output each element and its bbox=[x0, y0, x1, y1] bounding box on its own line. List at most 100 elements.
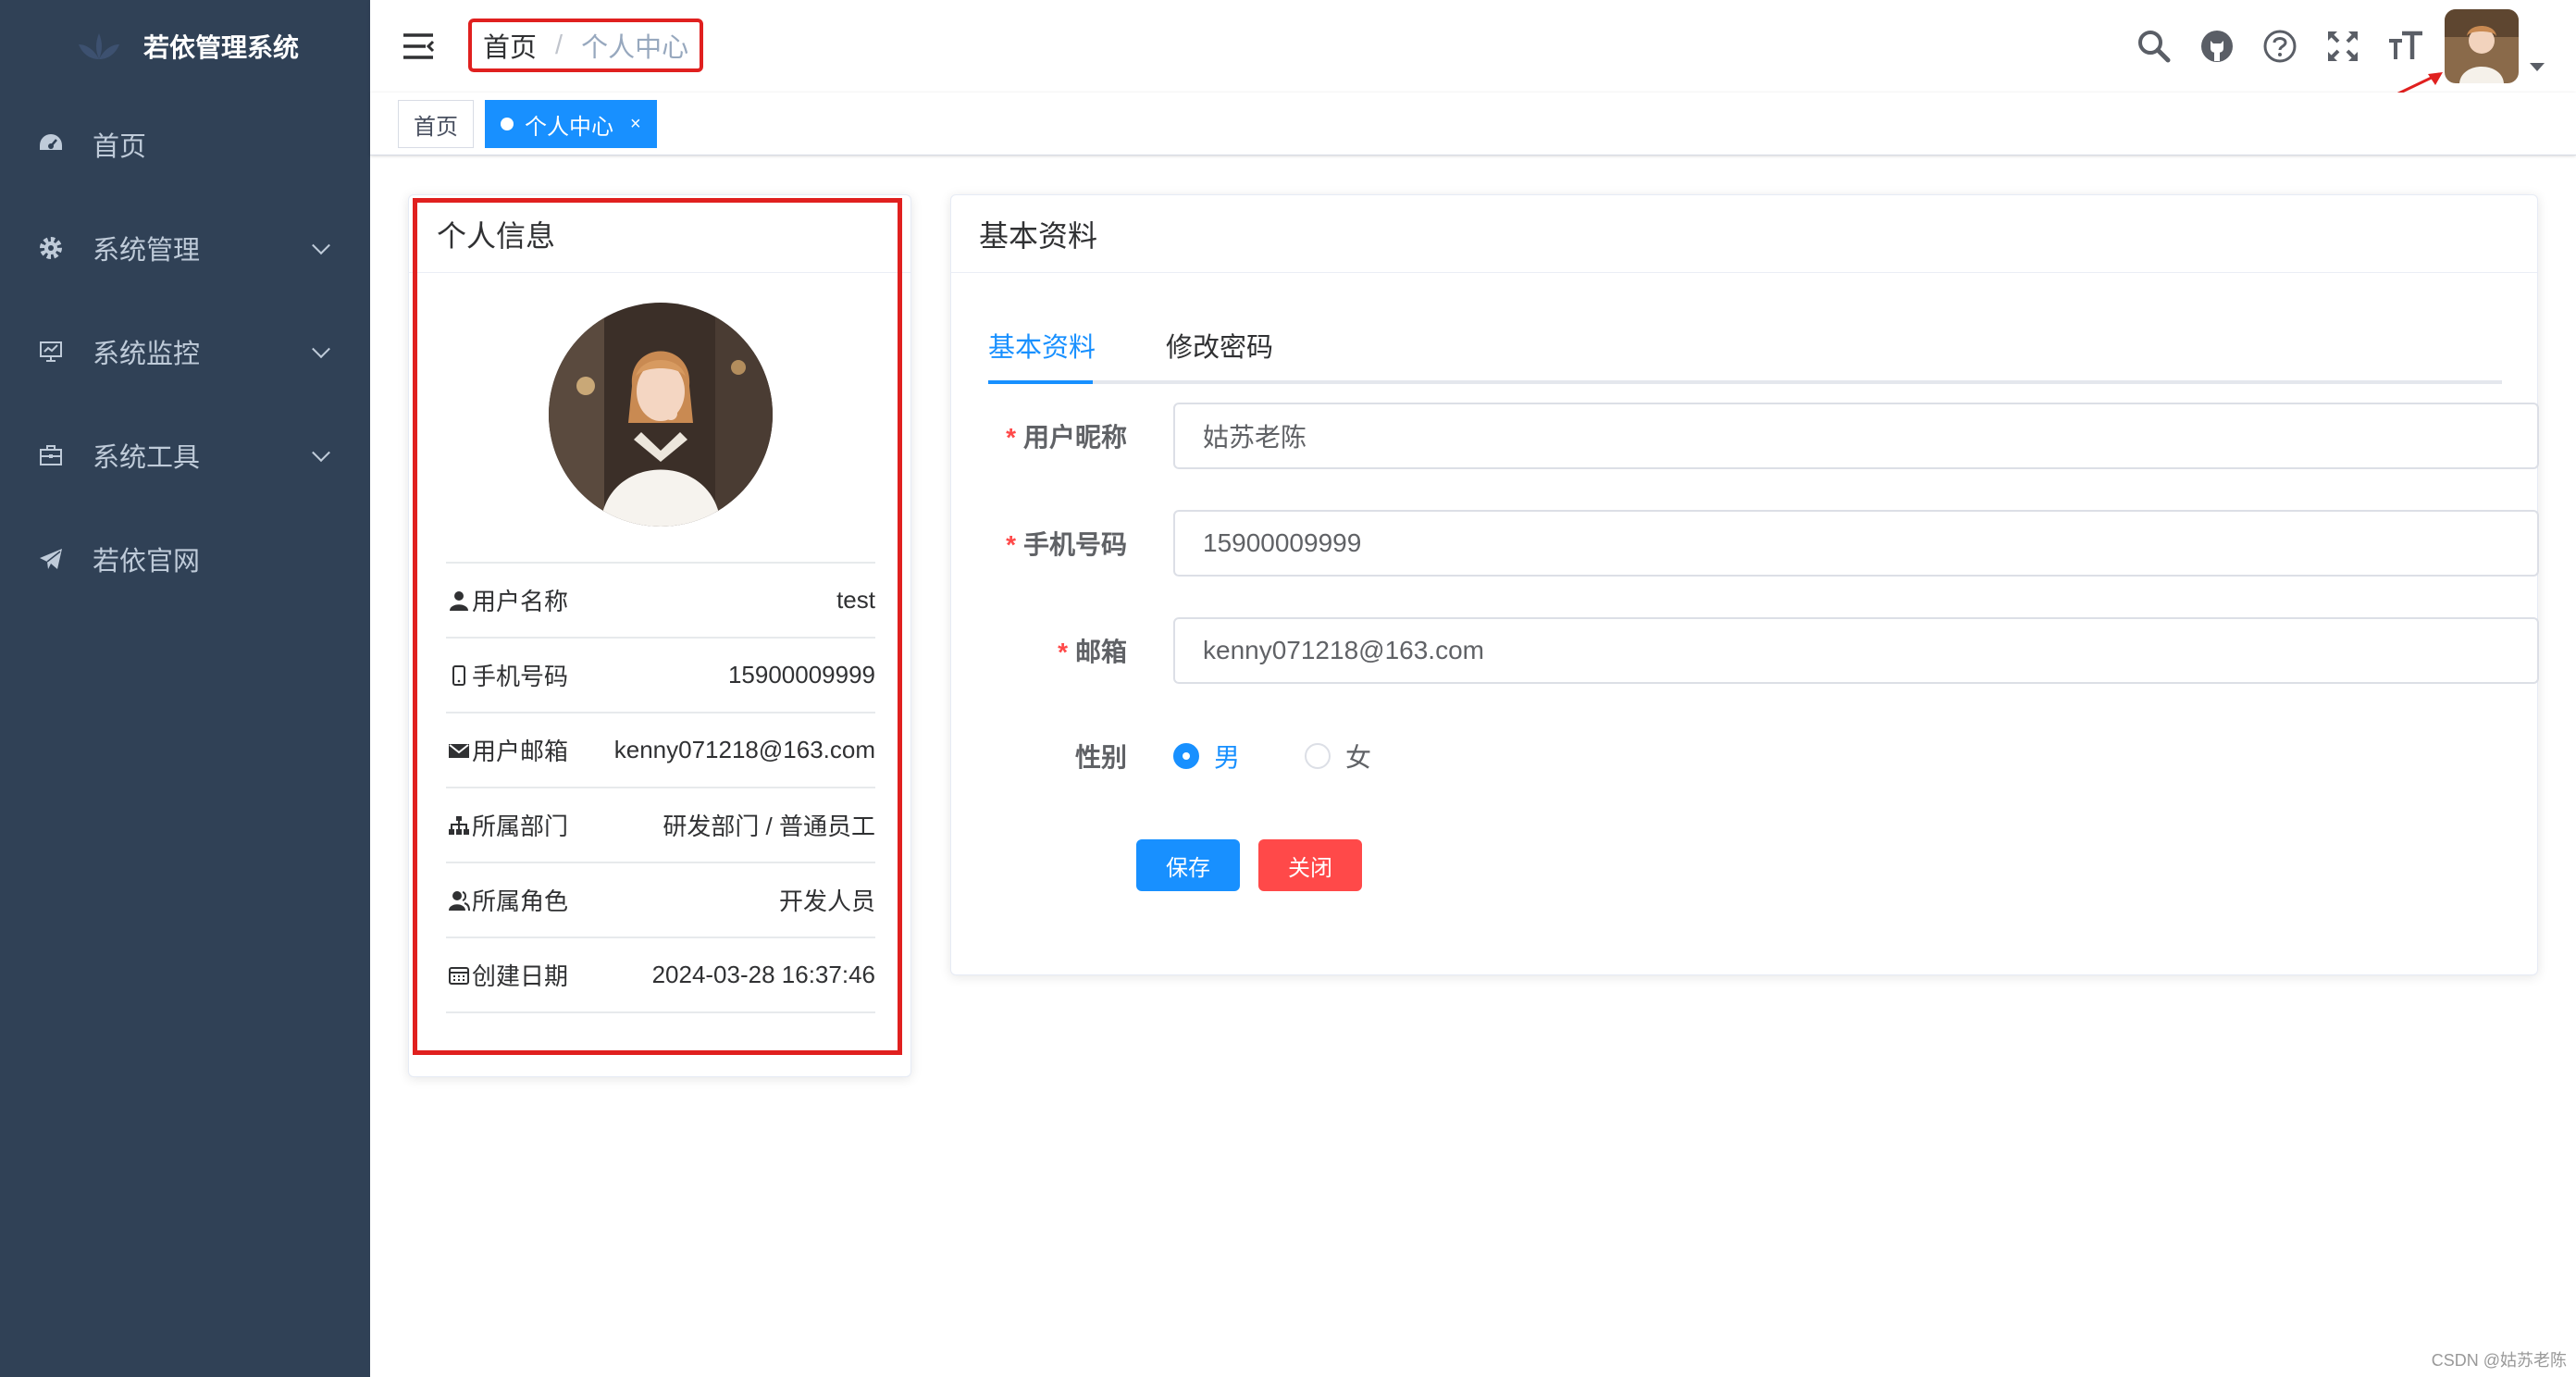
close-button[interactable]: 关闭 bbox=[1258, 839, 1362, 891]
info-label: 所属角色 bbox=[472, 887, 569, 915]
email-label: 邮箱 bbox=[1074, 638, 1127, 666]
chevron-down-icon bbox=[312, 443, 330, 463]
tag-label: 个人中心 bbox=[525, 114, 613, 140]
info-value-created: 2024-03-28 16:37:46 bbox=[651, 961, 875, 988]
info-value-email: kenny071218@163.com bbox=[613, 736, 875, 763]
tag-profile[interactable]: 个人中心 × bbox=[485, 100, 657, 148]
logo-icon bbox=[78, 33, 119, 59]
breadcrumb-separator: / bbox=[555, 30, 564, 60]
nickname-input[interactable]: 姑苏老陈 bbox=[1173, 403, 2539, 469]
profile-tabs: 基本资料 修改密码 bbox=[988, 306, 2502, 384]
sidebar-item-monitor[interactable]: 系统监控 bbox=[0, 300, 370, 403]
tab-change-password[interactable]: 修改密码 bbox=[1166, 306, 1273, 384]
info-label: 用户邮箱 bbox=[472, 738, 569, 765]
sidebar-item-system[interactable]: 系统管理 bbox=[0, 196, 370, 300]
info-label: 手机号码 bbox=[472, 663, 569, 690]
tag-home[interactable]: 首页 bbox=[398, 100, 474, 148]
info-row-role: 所属角色 开发人员 bbox=[446, 863, 875, 938]
search-icon[interactable] bbox=[2123, 0, 2186, 93]
question-icon[interactable] bbox=[2248, 0, 2311, 93]
phone-input[interactable]: 15900009999 bbox=[1173, 510, 2539, 577]
info-value-phone: 15900009999 bbox=[727, 661, 875, 688]
radio-checked-icon bbox=[1173, 743, 1199, 769]
gear-icon bbox=[37, 234, 65, 262]
profile-card-title: 个人信息 bbox=[409, 195, 910, 273]
profile-avatar[interactable] bbox=[549, 303, 773, 527]
chevron-down-icon bbox=[312, 340, 330, 359]
save-button[interactable]: 保存 bbox=[1136, 839, 1240, 891]
required-mark: * bbox=[1006, 423, 1016, 452]
info-row-phone: 手机号码 15900009999 bbox=[446, 639, 875, 713]
gender-label: 性别 bbox=[1074, 743, 1127, 772]
top-navbar: 首页 / 个人中心 bbox=[370, 0, 2576, 93]
info-value-role: 开发人员 bbox=[778, 887, 875, 915]
profile-info-list: 用户名称 test 手机号码 15900009999 用户邮箱 kenny071… bbox=[446, 562, 875, 1013]
active-dot-icon bbox=[501, 118, 514, 130]
email-input[interactable]: kenny071218@163.com bbox=[1173, 617, 2539, 684]
info-label: 用户名称 bbox=[472, 588, 569, 615]
basic-info-card: 基本资料 基本资料 修改密码 * 用户昵称 姑苏老陈 * 手机号码 15900009… bbox=[950, 194, 2539, 975]
breadcrumb-home[interactable]: 首页 bbox=[483, 26, 537, 65]
breadcrumb: 首页 / 个人中心 bbox=[468, 19, 704, 72]
breadcrumb-current: 个人中心 bbox=[581, 33, 689, 63]
gender-radio-female[interactable]: 女 bbox=[1305, 738, 1371, 775]
sidebar-item-tools[interactable]: 系统工具 bbox=[0, 403, 370, 507]
dashboard-icon bbox=[37, 130, 65, 158]
watermark: CSDN @姑苏老陈 bbox=[2431, 1351, 2567, 1370]
sidebar-item-label: 首页 bbox=[93, 132, 147, 162]
nickname-label: 用户昵称 bbox=[1022, 423, 1127, 452]
sidebar-item-label: 系统管理 bbox=[93, 236, 201, 266]
caret-down-icon bbox=[2530, 63, 2545, 71]
info-row-department: 所属部门 研发部门 / 普通员工 bbox=[446, 788, 875, 863]
github-icon[interactable] bbox=[2186, 0, 2248, 93]
app-title: 若依管理系统 bbox=[142, 33, 299, 62]
peoples-icon bbox=[446, 887, 472, 913]
close-icon[interactable]: × bbox=[630, 114, 641, 135]
form-row-email: * 邮箱 kenny071218@163.com bbox=[988, 617, 2539, 684]
avatar bbox=[2445, 9, 2519, 83]
tag-label: 首页 bbox=[414, 114, 458, 140]
basic-card-title: 基本资料 bbox=[951, 195, 2537, 273]
profile-card: 个人信息 用户名称 test 手机号码 15900009999 用户邮箱 ken… bbox=[408, 194, 911, 1077]
tags-view: 首页 个人中心 × bbox=[370, 93, 2576, 155]
sidebar-item-label: 系统监控 bbox=[93, 340, 201, 369]
user-icon bbox=[446, 588, 472, 614]
info-value-department: 研发部门 / 普通员工 bbox=[663, 813, 875, 840]
sidebar-item-home[interactable]: 首页 bbox=[0, 93, 370, 196]
info-label: 创建日期 bbox=[472, 962, 569, 990]
monitor-icon bbox=[37, 338, 65, 366]
tab-active-indicator bbox=[988, 380, 1093, 384]
chevron-down-icon bbox=[312, 236, 330, 255]
user-avatar-dropdown[interactable] bbox=[2445, 0, 2546, 93]
radio-unchecked-icon bbox=[1305, 743, 1331, 769]
info-row-email: 用户邮箱 kenny071218@163.com bbox=[446, 713, 875, 788]
gender-radio-group: 男 女 bbox=[1173, 723, 1436, 789]
hamburger-icon[interactable] bbox=[398, 26, 439, 67]
required-mark: * bbox=[1006, 530, 1016, 559]
sidebar: 若依管理系统 首页 系统管理 系统监控 系统工具 若依官网 bbox=[0, 0, 370, 1377]
paper-plane-icon bbox=[37, 545, 65, 573]
radio-label: 女 bbox=[1345, 743, 1372, 772]
info-row-username: 用户名称 test bbox=[446, 564, 875, 639]
navbar-tools bbox=[2123, 0, 2576, 93]
email-icon bbox=[446, 738, 472, 763]
toolbox-icon bbox=[37, 441, 65, 469]
tab-basic-info[interactable]: 基本资料 bbox=[988, 306, 1096, 384]
sidebar-logo[interactable]: 若依管理系统 bbox=[0, 0, 370, 93]
phone-label: 手机号码 bbox=[1022, 530, 1127, 559]
info-row-created: 创建日期 2024-03-28 16:37:46 bbox=[446, 938, 875, 1013]
sidebar-item-website[interactable]: 若依官网 bbox=[0, 507, 370, 611]
phone-icon bbox=[446, 663, 472, 688]
tree-icon bbox=[446, 813, 472, 838]
sidebar-item-label: 若依官网 bbox=[93, 547, 201, 577]
date-icon bbox=[446, 962, 472, 988]
form-row-nickname: * 用户昵称 姑苏老陈 bbox=[988, 403, 2539, 469]
radio-label: 男 bbox=[1214, 743, 1241, 772]
form-row-gender: 性别 男 女 bbox=[988, 723, 2502, 789]
sidebar-item-label: 系统工具 bbox=[93, 443, 201, 473]
form-row-phone: * 手机号码 15900009999 bbox=[988, 510, 2539, 577]
gender-radio-male[interactable]: 男 bbox=[1173, 738, 1240, 775]
required-mark: * bbox=[1058, 638, 1068, 666]
info-label: 所属部门 bbox=[472, 813, 569, 840]
info-value-username: test bbox=[836, 586, 875, 614]
